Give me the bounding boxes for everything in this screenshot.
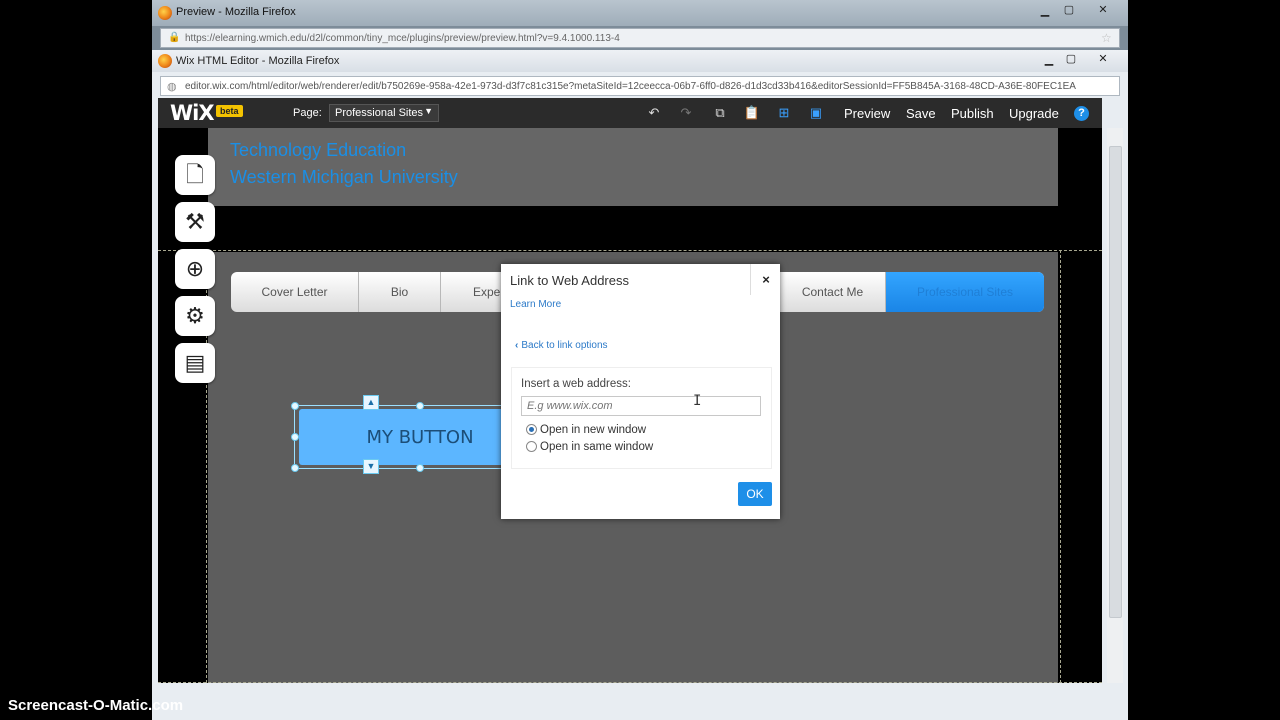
help-button[interactable]: ? <box>1074 106 1089 121</box>
minimize-icon[interactable]: ▁ <box>1034 4 1056 17</box>
undo-icon[interactable]: ↶ <box>644 104 664 122</box>
bring-forward-icon[interactable]: ▲ <box>363 395 379 410</box>
plus-icon: ⊕ <box>185 256 205 281</box>
resize-handle-tl[interactable] <box>291 402 299 410</box>
firefox-logo-icon <box>158 54 172 68</box>
vertical-scrollbar[interactable] <box>1107 128 1123 683</box>
gear-icon: ⚙ <box>185 303 205 328</box>
inner-url-text: editor.wix.com/html/editor/web/renderer/… <box>185 81 1076 92</box>
scrollbar-thumb[interactable] <box>1109 146 1122 618</box>
ok-button[interactable]: OK <box>738 482 772 506</box>
resize-handle-bl[interactable] <box>291 464 299 472</box>
app-market-button[interactable]: ▤ <box>175 343 215 383</box>
section-guide-top <box>158 250 1102 251</box>
save-button[interactable]: Save <box>906 106 936 121</box>
menu-item-professional-sites[interactable]: Professional Sites <box>886 272 1044 312</box>
selection-border-bottom <box>294 468 504 469</box>
chevron-down-icon: ▼ <box>424 106 433 116</box>
radio-new-window[interactable] <box>526 424 537 435</box>
menu-item-contact-me[interactable]: Contact Me <box>780 272 886 312</box>
preview-button[interactable]: Preview <box>844 106 890 121</box>
maximize-icon[interactable]: ▢ <box>1058 3 1080 16</box>
beta-badge: beta <box>216 105 243 117</box>
maximize-icon[interactable]: ▢ <box>1060 52 1082 65</box>
send-backward-icon[interactable]: ▼ <box>363 459 379 474</box>
close-icon[interactable]: ✕ <box>1092 3 1114 16</box>
design-button[interactable]: ⚒ <box>175 202 215 242</box>
dialog-title: Link to Web Address <box>510 273 629 288</box>
learn-more-link[interactable]: Learn More <box>510 299 561 310</box>
chevron-left-icon: ‹ <box>515 340 519 351</box>
close-icon[interactable]: ✕ <box>1092 52 1114 65</box>
inner-address-bar[interactable]: ◍ editor.wix.com/html/editor/web/rendere… <box>160 76 1120 96</box>
text-cursor-icon: I <box>693 393 702 409</box>
inner-window-title: Wix HTML Editor - Mozilla Firefox <box>176 55 340 67</box>
add-button[interactable]: ⊕ <box>175 249 215 289</box>
watermark: Screencast-O-Matic.com <box>8 697 184 714</box>
wix-logo: WiX <box>170 101 215 125</box>
redo-icon[interactable]: ↷ <box>676 104 696 122</box>
radio-new-window-label[interactable]: Open in new window <box>540 424 646 436</box>
header-line-1[interactable]: Technology Education <box>230 140 406 161</box>
page-label: Page: <box>293 107 322 119</box>
page-select-value: Professional Sites <box>335 107 424 119</box>
lock-icon: 🔒 <box>168 32 181 43</box>
settings-button[interactable]: ⚙ <box>175 296 215 336</box>
resize-handle-bottom[interactable] <box>416 464 424 472</box>
address-panel: Insert a web address: Open in new window… <box>511 367 772 469</box>
radio-same-window[interactable] <box>526 441 537 452</box>
menu-item-cover-letter[interactable]: Cover Letter <box>231 272 359 312</box>
selection-border-top <box>294 405 504 406</box>
snap-icon[interactable]: ▣ <box>806 104 826 122</box>
pages-button[interactable]: 🗋 <box>175 155 215 195</box>
hammer-icon: ⚒ <box>185 209 205 234</box>
radio-same-window-label[interactable]: Open in same window <box>540 441 653 453</box>
star-icon[interactable]: ☆ <box>1101 31 1112 45</box>
publish-button[interactable]: Publish <box>951 106 994 121</box>
page-select[interactable]: Professional Sites ▼ <box>329 104 439 122</box>
close-icon[interactable]: × <box>750 264 781 295</box>
wix-editor-toolbar: WiX beta Page: Professional Sites ▼ ↶ ↷ … <box>158 98 1102 128</box>
site-header[interactable]: Technology Education Western Michigan Un… <box>208 128 1058 206</box>
firefox-logo-icon <box>158 6 172 20</box>
menu-item-bio[interactable]: Bio <box>359 272 441 312</box>
copy-icon[interactable]: ⧉ <box>710 104 730 122</box>
store-icon: ▤ <box>184 350 206 375</box>
outer-window-title: Preview - Mozilla Firefox <box>176 6 296 18</box>
address-label: Insert a web address: <box>521 378 631 390</box>
minimize-icon[interactable]: ▁ <box>1038 53 1060 66</box>
section-guide-bottom <box>158 682 1102 683</box>
header-line-2[interactable]: Western Michigan University <box>230 167 458 188</box>
link-dialog: Link to Web Address × Learn More ‹ Back t… <box>501 264 780 519</box>
web-address-input[interactable] <box>521 396 761 416</box>
page-guide-right <box>1060 250 1061 683</box>
outer-title-bar: Preview - Mozilla Firefox ▁ ▢ ✕ <box>152 0 1128 26</box>
resize-handle-top[interactable] <box>416 402 424 410</box>
outer-address-bar[interactable]: 🔒 https://elearning.wmich.edu/d2l/common… <box>160 28 1120 48</box>
upgrade-button[interactable]: Upgrade <box>1009 106 1059 121</box>
inner-title-bar: Wix HTML Editor - Mozilla Firefox ▁ ▢ ✕ <box>152 50 1128 72</box>
back-link[interactable]: ‹ Back to link options <box>515 340 608 351</box>
outer-url-text: https://elearning.wmich.edu/d2l/common/t… <box>185 33 620 44</box>
paste-icon[interactable]: 📋 <box>742 104 762 122</box>
gridlines-icon[interactable]: ⊞ <box>774 104 794 122</box>
page-icon: 🗋 <box>186 162 204 187</box>
globe-icon: ◍ <box>167 81 177 93</box>
back-link-label: Back to link options <box>521 340 608 351</box>
resize-handle-left[interactable] <box>291 433 299 441</box>
